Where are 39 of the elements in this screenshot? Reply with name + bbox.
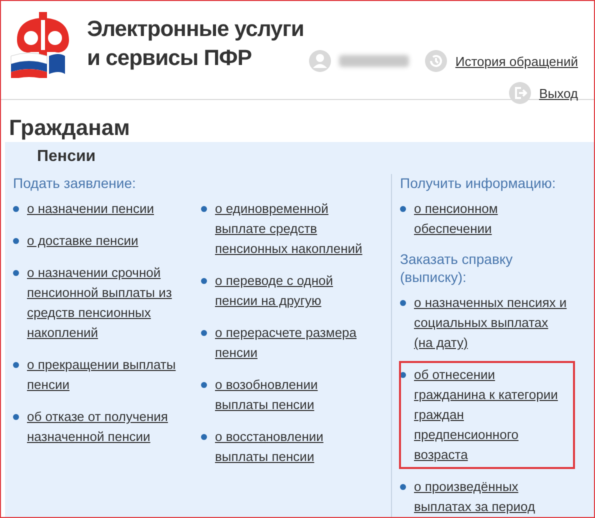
section-title: Пенсии (37, 148, 97, 166)
bullet-icon (13, 206, 19, 212)
logout-link[interactable]: Выход (539, 86, 578, 100)
service-link[interactable]: о доставке пенсии (27, 231, 138, 251)
group-heading: Заказать справку (выписку): (400, 250, 514, 286)
service-link[interactable]: о назначенных пенсиях и социальных выплатах (на дату) (414, 293, 570, 353)
group-heading: Подать заявление: (13, 174, 137, 192)
service-link[interactable]: об отказе от получения назначенной пенсии (27, 407, 179, 447)
group-heading: Получить информацию: (400, 174, 557, 192)
service-link[interactable]: о единовременной выплате средств пенсионных накоплений (215, 199, 367, 259)
bullet-icon (201, 330, 207, 336)
user-icon (309, 50, 332, 72)
bullet-icon (201, 278, 207, 284)
bullet-icon (201, 434, 207, 440)
service-link[interactable]: о пенсионном обеспечении (414, 199, 570, 239)
bullet-icon (13, 238, 19, 244)
service-link[interactable]: о переводе с одной пенсии на другую (215, 271, 367, 311)
bullet-icon (13, 270, 19, 276)
bullet-icon (201, 206, 207, 212)
page-title: Гражданам (9, 114, 131, 142)
site-title: Электронные услуги и сервисы ПФР (87, 15, 304, 72)
bullet-icon (400, 206, 406, 212)
bullet-icon (400, 484, 406, 490)
service-link[interactable]: о прекращении выплаты пенсии (27, 355, 179, 395)
history-link[interactable]: История обращений (455, 54, 578, 68)
history-icon (425, 50, 448, 72)
bullet-icon (201, 382, 207, 388)
service-link[interactable]: о восстановлении выплаты пенсии (215, 427, 367, 467)
service-link[interactable]: об отнесении гражданина к категории граждан предпенсионного возраста (414, 365, 570, 465)
bullet-icon (400, 300, 406, 306)
bullet-icon (400, 372, 406, 378)
redacted-name (339, 55, 410, 67)
service-link[interactable]: о перерасчете размера пенсии (215, 323, 367, 363)
service-link[interactable]: о назначении срочной пенсионной выплаты из средств пенсионных накоплений (27, 263, 179, 343)
bullet-icon (13, 414, 19, 420)
service-link[interactable]: о произведённых выплатах за период (414, 477, 570, 517)
service-link[interactable]: о назначении пенсии (27, 199, 154, 219)
bullet-icon (13, 362, 19, 368)
service-link[interactable]: о возобновлении выплаты пенсии (215, 375, 367, 415)
